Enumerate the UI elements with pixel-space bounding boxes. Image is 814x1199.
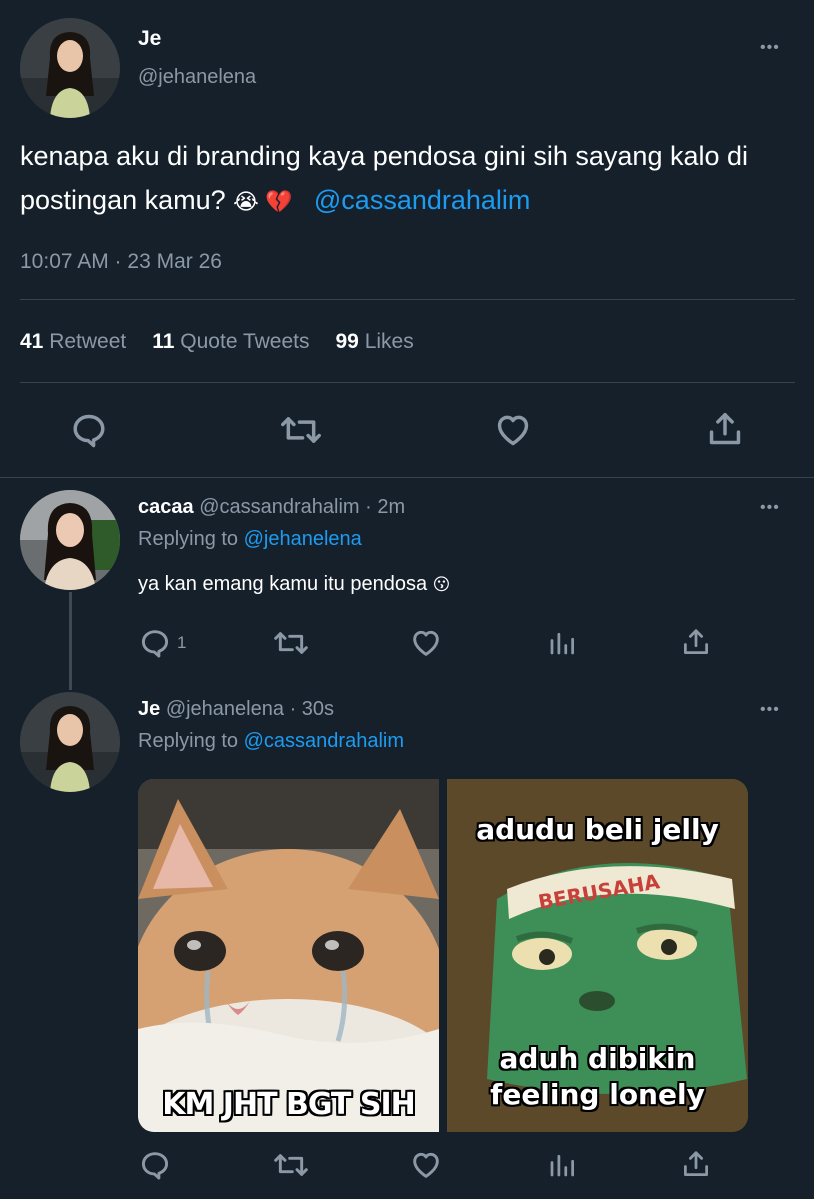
timestamp[interactable]: 10:07 AM · 23 Mar 26 xyxy=(20,250,222,274)
section-divider xyxy=(0,477,814,478)
meme-caption-right-bottom: aduh dibikin feeling lonely xyxy=(490,1042,705,1111)
reply-header: cacaa @cassandrahalim · 2m xyxy=(138,496,405,519)
replying-label: Replying to xyxy=(138,730,239,752)
meme-image-cat[interactable]: KM JHT BGT SIH xyxy=(138,779,439,1132)
more-options-icon[interactable]: ••• xyxy=(760,40,780,56)
display-name[interactable]: Je xyxy=(138,27,161,51)
reply-body: ya kan emang kamu itu pendosa xyxy=(138,573,428,595)
avatar[interactable] xyxy=(20,692,120,792)
reply-count: 1 xyxy=(177,633,187,652)
retweets-stat[interactable]: 41 Retweet xyxy=(20,330,126,354)
quotes-label: Quote Tweets xyxy=(180,330,310,353)
reply-icon[interactable] xyxy=(70,411,108,449)
replying-handle-link[interactable]: @cassandrahalim xyxy=(244,730,404,752)
retweet-icon[interactable] xyxy=(280,411,322,449)
reply-time[interactable]: · 2m xyxy=(365,496,405,518)
like-icon[interactable] xyxy=(410,627,442,659)
mention-link[interactable]: @cassandrahalim xyxy=(314,185,531,215)
reply-icon[interactable] xyxy=(139,1149,171,1181)
analytics-icon[interactable] xyxy=(547,1150,577,1180)
reply-text: ya kan emang kamu itu pendosa 😗 xyxy=(138,573,450,596)
share-icon[interactable] xyxy=(681,626,711,658)
meme-caption-right-top: adudu beli jelly xyxy=(476,813,719,846)
replying-handle-link[interactable]: @jehanelena xyxy=(244,528,362,550)
analytics-icon[interactable] xyxy=(547,628,577,658)
display-name[interactable]: Je xyxy=(138,698,160,720)
display-name[interactable]: cacaa xyxy=(138,496,194,518)
reply-emoji: 😗 xyxy=(432,575,451,594)
profile-photo xyxy=(20,692,120,792)
retweets-label: Retweet xyxy=(49,330,127,353)
handle[interactable]: @cassandrahalim xyxy=(199,496,359,518)
like-icon[interactable] xyxy=(410,1149,442,1181)
retweet-icon[interactable] xyxy=(273,627,309,659)
replying-to: Replying to @cassandrahalim xyxy=(138,730,404,753)
replying-label: Replying to xyxy=(138,528,239,550)
like-icon[interactable] xyxy=(494,411,532,449)
handle[interactable]: @jehanelena xyxy=(166,698,284,720)
replying-to: Replying to @jehanelena xyxy=(138,528,362,551)
more-options-icon[interactable]: ••• xyxy=(760,500,780,516)
thread-line xyxy=(69,592,72,690)
share-icon[interactable] xyxy=(706,409,744,449)
quotes-count: 11 xyxy=(152,330,175,353)
tweet-text: kenapa aku di branding kaya pendosa gini… xyxy=(20,134,780,224)
tweet-emojis: 😭 💔 xyxy=(233,189,293,214)
profile-photo xyxy=(20,490,120,590)
avatar[interactable] xyxy=(20,490,120,590)
likes-label: Likes xyxy=(364,330,414,353)
avatar[interactable] xyxy=(20,18,120,118)
reply-header: Je @jehanelena · 30s xyxy=(138,698,334,721)
retweet-icon[interactable] xyxy=(273,1149,309,1181)
retweets-count: 41 xyxy=(20,330,44,353)
more-options-icon[interactable]: ••• xyxy=(760,702,780,718)
divider xyxy=(20,299,795,300)
likes-count: 99 xyxy=(335,330,359,353)
likes-stat[interactable]: 99 Likes xyxy=(336,330,414,354)
tweet-stats: 41 Retweet 11 Quote Tweets 99 Likes xyxy=(20,330,414,354)
reply-icon[interactable]: 1 xyxy=(139,627,186,659)
crying-cat-illustration xyxy=(138,779,439,1132)
profile-photo xyxy=(20,18,120,118)
media-grid: KM JHT BGT SIH BERUSAHA adudu beli jelly… xyxy=(138,779,748,1132)
meme-image-adudu[interactable]: BERUSAHA adudu beli jelly aduh dibikin f… xyxy=(447,779,748,1132)
share-icon[interactable] xyxy=(681,1148,711,1180)
divider xyxy=(20,382,795,383)
meme-caption-left: KM JHT BGT SIH xyxy=(162,1087,415,1122)
quotes-stat[interactable]: 11 Quote Tweets xyxy=(152,330,309,354)
reply-time[interactable]: · 30s xyxy=(290,698,334,720)
handle[interactable]: @jehanelena xyxy=(138,66,256,89)
